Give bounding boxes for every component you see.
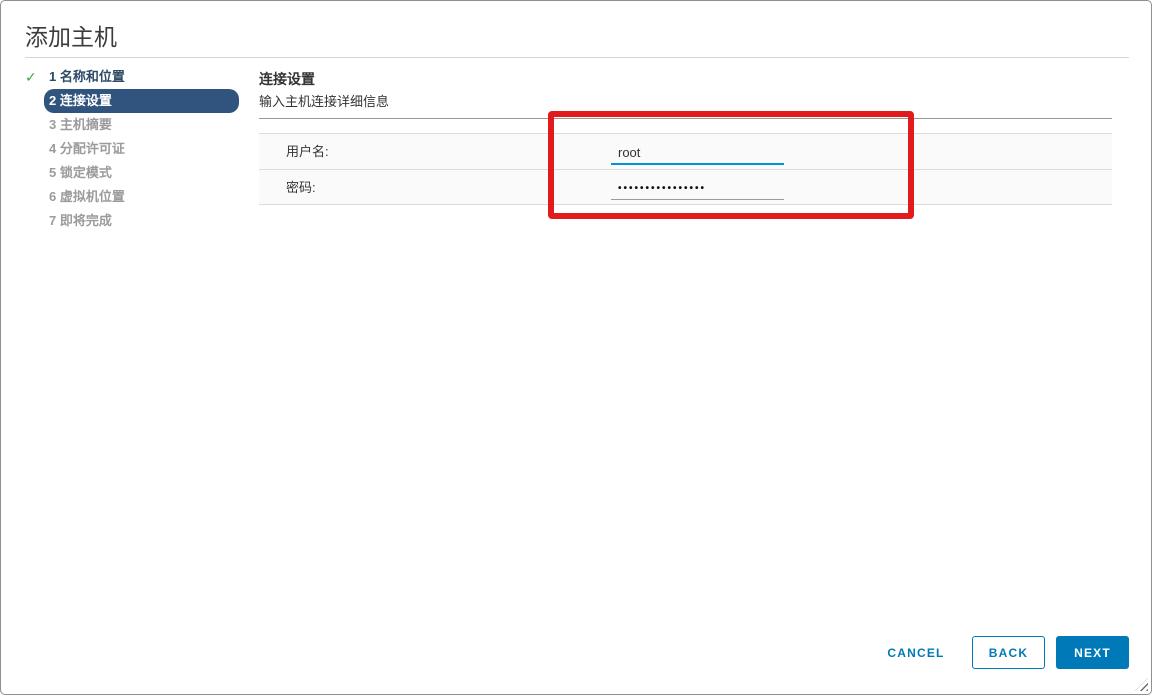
step-number: 4 [49, 141, 57, 156]
password-label: 密码: [286, 180, 316, 195]
step-7-ready-to-complete: 7 即将完成 [25, 209, 239, 233]
step-number: 5 [49, 165, 57, 180]
page-title: 连接设置 [259, 71, 315, 87]
step-label: 主机摘要 [59, 117, 112, 132]
content-divider [259, 118, 1112, 119]
step-number: 7 [49, 213, 57, 228]
step-2-connection-settings[interactable]: 2 连接设置 [44, 89, 239, 113]
step-1-name-and-location[interactable]: ✓ 1 名称和位置 [25, 65, 239, 89]
step-4-assign-license: 4 分配许可证 [25, 137, 239, 161]
add-host-wizard-dialog: 添加主机 ✓ 1 名称和位置 2 连接设置 3 主机摘要 4 分配许可证 5 锁… [0, 0, 1152, 695]
step-number: 6 [49, 189, 57, 204]
step-label: 锁定模式 [59, 165, 112, 180]
dialog-title: 添加主机 [25, 24, 117, 50]
step-label: 名称和位置 [59, 69, 125, 84]
username-label: 用户名: [286, 144, 329, 159]
step-label: 虚拟机位置 [59, 189, 125, 204]
cancel-button[interactable]: CANCEL [881, 639, 951, 667]
check-icon: ✓ [25, 69, 37, 85]
step-6-vm-location: 6 虚拟机位置 [25, 185, 239, 209]
step-number: 3 [49, 117, 57, 132]
wizard-step-list: ✓ 1 名称和位置 2 连接设置 3 主机摘要 4 分配许可证 5 锁定模式 6… [25, 65, 239, 233]
page-subtitle: 输入主机连接详细信息 [259, 94, 390, 109]
step-number: 2 [49, 93, 57, 108]
next-button[interactable]: NEXT [1056, 636, 1129, 669]
step-label: 即将完成 [59, 213, 112, 228]
back-button[interactable]: BACK [972, 636, 1045, 669]
resize-handle[interactable] [1135, 678, 1148, 691]
step-label: 分配许可证 [59, 141, 125, 156]
step-3-host-summary: 3 主机摘要 [25, 113, 239, 137]
step-number: 1 [49, 69, 57, 84]
username-row: 用户名: root [259, 133, 1112, 169]
password-input[interactable]: •••••••••••••••• [611, 183, 784, 200]
step-label: 连接设置 [59, 93, 112, 108]
step-5-lockdown-mode: 5 锁定模式 [25, 161, 239, 185]
password-row: 密码: •••••••••••••••• [259, 169, 1112, 205]
title-divider [25, 57, 1129, 58]
username-input[interactable]: root [611, 145, 784, 165]
connection-settings-form: 用户名: root 密码: •••••••••••••••• [259, 133, 1112, 205]
